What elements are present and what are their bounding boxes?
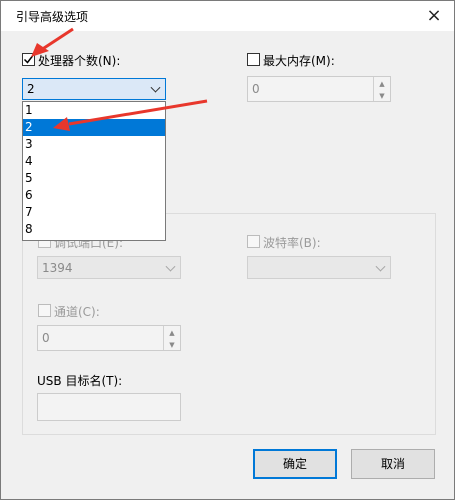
annotation-arrows [31,27,208,131]
annotation-arrow-icon [53,99,208,131]
annotation-arrow-icon [31,27,74,57]
boot-advanced-options-dialog: 引导高级选项 × 处理器个数(N): 2 最大内存(M): 0 ▲ ▼ 调试端口… [0,0,455,500]
